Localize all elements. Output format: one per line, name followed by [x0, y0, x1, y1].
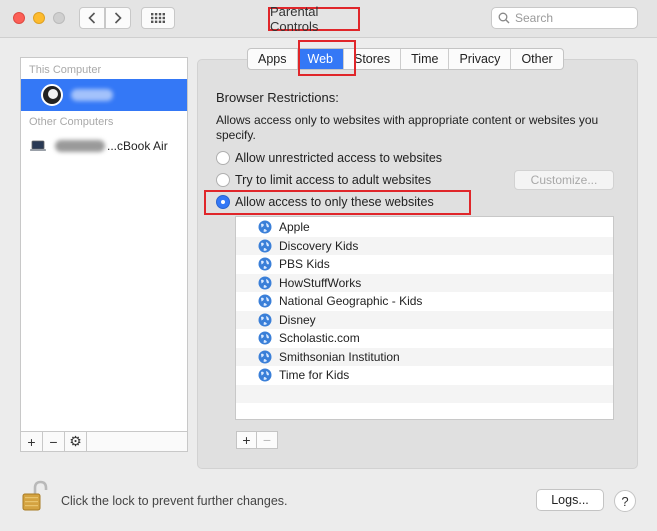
help-button[interactable]: ? [614, 490, 636, 512]
remove-user-button[interactable]: − [43, 432, 65, 451]
site-name: National Geographic - Kids [279, 294, 423, 309]
logs-button[interactable]: Logs... [536, 489, 604, 511]
add-website-button[interactable]: + [236, 431, 257, 449]
remove-website-button[interactable]: − [257, 431, 278, 449]
list-item[interactable]: Apple [236, 218, 613, 237]
title-bar: Parental Controls [0, 0, 657, 38]
website-list-toolbar: + − [236, 431, 278, 449]
sidebar-item-other-computer[interactable]: ...cBook Air [21, 130, 187, 162]
site-name: Disney [279, 312, 316, 327]
list-item[interactable]: PBS Kids [236, 255, 613, 274]
search-icon [498, 12, 510, 24]
lock-instruction-text: Click the lock to prevent further change… [61, 494, 288, 508]
site-name: Time for Kids [279, 368, 350, 383]
tab-other[interactable]: Other [511, 49, 562, 69]
browser-restrictions-description: Allows access only to websites with appr… [216, 113, 599, 142]
site-name: Scholastic.com [279, 331, 360, 346]
user-sidebar: This Computer Other Computers ...cBook A… [20, 57, 188, 452]
list-item[interactable]: Discovery Kids [236, 236, 613, 255]
add-user-button[interactable]: + [21, 432, 43, 451]
globe-icon [258, 276, 272, 290]
globe-icon [258, 220, 272, 234]
window-title: Parental Controls [268, 4, 360, 34]
web-tab-highlight-box [298, 40, 356, 76]
site-name: HowStuffWorks [279, 275, 362, 290]
tab-apps[interactable]: Apps [248, 49, 298, 69]
globe-icon [258, 294, 272, 308]
globe-icon [258, 350, 272, 364]
close-window-button[interactable] [13, 12, 25, 24]
list-item[interactable]: HowStuffWorks [236, 273, 613, 292]
forward-button[interactable] [105, 7, 131, 29]
list-item[interactable]: Disney [236, 310, 613, 329]
back-button[interactable] [79, 7, 105, 29]
list-item[interactable]: Smithsonian Institution [236, 347, 613, 366]
list-item[interactable]: National Geographic - Kids [236, 292, 613, 311]
search-field[interactable] [491, 7, 638, 29]
radio-button[interactable] [216, 173, 230, 187]
customize-button[interactable]: Customize... [514, 170, 614, 190]
radio-unrestricted[interactable]: Allow unrestricted access to websites [216, 151, 442, 165]
other-computer-label: ...cBook Air [107, 139, 168, 153]
radio-label: Try to limit access to adult websites [235, 173, 432, 187]
radio-label: Allow unrestricted access to websites [235, 151, 443, 165]
tab-time[interactable]: Time [401, 49, 450, 69]
other-computers-header: Other Computers [29, 116, 114, 128]
list-item[interactable]: Scholastic.com [236, 329, 613, 348]
allowed-websites-list[interactable]: Apple Discovery Kids PBS Kids HowStuffWo… [235, 216, 614, 420]
selected-option-highlight-box [204, 190, 471, 215]
empty-list-row [236, 384, 613, 403]
site-name: Apple [279, 220, 310, 235]
grid-icon [151, 13, 165, 23]
sidebar-item-selected-user[interactable] [21, 79, 187, 111]
redacted-computer-name [55, 140, 105, 152]
browser-restrictions-title: Browser Restrictions: [216, 90, 339, 105]
tab-privacy[interactable]: Privacy [449, 49, 512, 69]
site-name: Discovery Kids [279, 238, 359, 253]
laptop-icon [30, 140, 46, 151]
list-item[interactable]: Time for Kids [236, 366, 613, 385]
this-computer-header: This Computer [29, 64, 102, 76]
chevron-right-icon [114, 12, 122, 24]
globe-icon [258, 257, 272, 271]
chevron-left-icon [88, 12, 96, 24]
zoom-window-button[interactable] [53, 12, 65, 24]
show-all-button[interactable] [141, 7, 175, 29]
avatar [41, 84, 63, 106]
sidebar-toolbar: + − ⚙ [21, 431, 187, 451]
radio-button[interactable] [216, 151, 230, 165]
minimize-window-button[interactable] [33, 12, 45, 24]
radio-limit-adult[interactable]: Try to limit access to adult websites [216, 173, 431, 187]
unlocked-padlock-icon[interactable] [22, 480, 48, 512]
search-input[interactable] [515, 11, 625, 25]
gear-icon[interactable]: ⚙ [65, 432, 87, 451]
globe-icon [258, 313, 272, 327]
parental-controls-window: Parental Controls This Computer Other Co… [0, 0, 657, 531]
site-name: Smithsonian Institution [279, 349, 400, 364]
globe-icon [258, 239, 272, 253]
globe-icon [258, 331, 272, 345]
redacted-user-name [71, 89, 113, 101]
site-name: PBS Kids [279, 257, 330, 272]
tab-bar: Apps Web Stores Time Privacy Other [247, 48, 564, 70]
globe-icon [258, 368, 272, 382]
